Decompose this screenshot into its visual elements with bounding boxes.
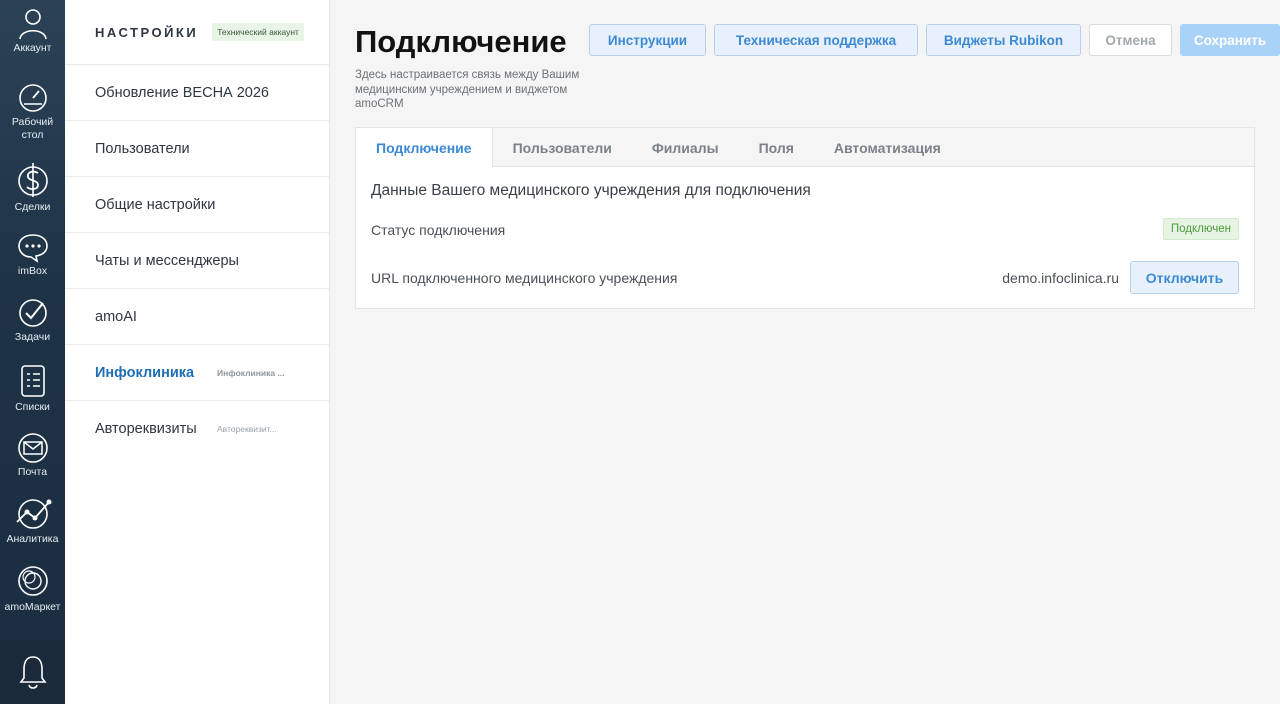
support-button[interactable]: Техническая поддержка (714, 24, 918, 56)
settings-item-label: amoAI (95, 308, 137, 325)
status-badge: Подключен (1162, 218, 1239, 240)
nav-imbox[interactable]: imBox (0, 233, 65, 278)
nav-dashboard[interactable]: Рабочий стол (0, 82, 65, 142)
disconnect-button[interactable]: Отключить (1130, 261, 1239, 294)
settings-item-chats[interactable]: Чаты и мессенджеры (65, 233, 329, 289)
nav-deals[interactable]: Сделки (0, 161, 65, 214)
dollar-icon (17, 163, 48, 197)
page-title: Подключение (355, 24, 567, 59)
cancel-button[interactable]: Отмена (1089, 24, 1172, 56)
settings-header: НАСТРОЙКИ Технический аккаунт (65, 0, 329, 65)
nav-account[interactable]: Аккаунт (0, 6, 65, 55)
settings-item-amoai[interactable]: amoAI (65, 289, 329, 345)
nav-lists[interactable]: Списки (0, 363, 65, 414)
nav-notifications[interactable] (0, 640, 65, 704)
tab-users[interactable]: Пользователи (493, 128, 632, 167)
settings-item-autorequisites[interactable]: Автореквизиты Автореквизит... (65, 401, 329, 457)
chat-icon (17, 234, 48, 263)
settings-sidebar: НАСТРОЙКИ Технический аккаунт Обновление… (65, 0, 330, 704)
nav-label: Аналитика (6, 533, 59, 545)
settings-title: НАСТРОЙКИ (95, 24, 199, 40)
settings-item-label: Обновление ВЕСНА 2026 (95, 84, 269, 101)
nav-market[interactable]: amoМаркет (0, 563, 65, 614)
left-nav: Аккаунт Рабочий стол Сделки imBox Задачи… (0, 0, 65, 704)
nav-label: Аккаунт (13, 42, 52, 54)
nav-analytics[interactable]: Аналитика (0, 497, 65, 546)
settings-item-label: Инфоклиника (95, 364, 195, 381)
tab-bar: Подключение Пользователи Филиалы Поля Ав… (356, 128, 1254, 168)
settings-item-label: Чаты и мессенджеры (95, 252, 239, 269)
nav-label: Сделки (14, 201, 51, 213)
bell-icon (19, 656, 47, 689)
settings-item-label: Автореквизиты (95, 421, 197, 437)
settings-item-infoclinica[interactable]: Инфоклиника Инфоклиника ... (65, 345, 329, 401)
save-button[interactable]: Сохранить (1180, 24, 1280, 56)
settings-item-sublabel: Инфоклиника ... (217, 367, 285, 378)
tech-account-badge: Технический аккаунт (212, 23, 304, 41)
settings-item-sublabel: Автореквизит... (217, 424, 277, 434)
tab-branches[interactable]: Филиалы (632, 128, 739, 167)
tab-connection[interactable]: Подключение (356, 128, 493, 168)
nav-label: Списки (15, 401, 50, 413)
analytics-icon (15, 499, 51, 529)
market-icon (17, 566, 48, 596)
widgets-button[interactable]: Виджеты Rubikon (926, 24, 1081, 56)
settings-item-label: Пользователи (95, 140, 190, 157)
check-icon (18, 299, 47, 327)
nav-label: imBox (17, 265, 48, 277)
instructions-button[interactable]: Инструкции (589, 24, 706, 56)
status-label: Статус подключения (371, 222, 506, 238)
settings-item-users[interactable]: Пользователи (65, 121, 329, 177)
settings-item-general[interactable]: Общие настройки (65, 177, 329, 233)
account-icon (18, 9, 47, 40)
settings-item-update[interactable]: Обновление ВЕСНА 2026 (65, 65, 329, 121)
mail-icon (17, 433, 48, 463)
url-label: URL подключенного медицинского учреждени… (371, 270, 678, 286)
nav-tasks[interactable]: Задачи (0, 297, 65, 344)
nav-label: Задачи (14, 331, 51, 343)
connection-panel: Подключение Пользователи Филиалы Поля Ав… (355, 127, 1255, 309)
page-description: Здесь настраивается связь между Вашим ме… (355, 69, 580, 110)
nav-mail[interactable]: Почта (0, 432, 65, 479)
nav-label: Рабочий стол (11, 116, 54, 141)
tab-automation[interactable]: Автоматизация (814, 128, 961, 167)
url-value: demo.infoclinica.ru (1002, 270, 1119, 286)
nav-label: amoМаркет (4, 601, 61, 613)
nav-label: Почта (17, 466, 48, 478)
settings-item-label: Общие настройки (95, 196, 216, 213)
section-title: Данные Вашего медицинского учреждения дл… (371, 182, 811, 199)
tab-fields[interactable]: Поля (739, 128, 814, 167)
dashboard-icon (18, 84, 47, 112)
main-content: Подключение Здесь настраивается связь ме… (330, 0, 1280, 704)
list-icon (20, 365, 45, 397)
